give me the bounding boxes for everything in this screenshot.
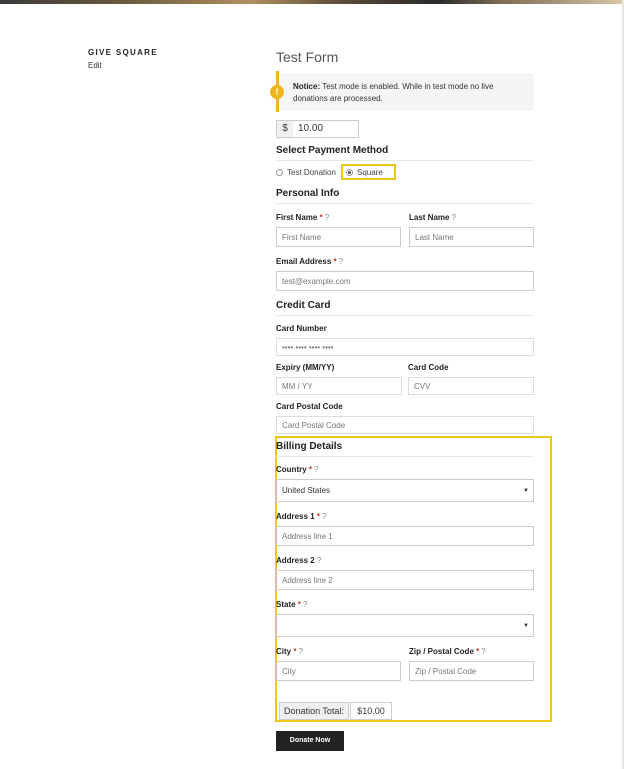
country-label: Country *?: [276, 465, 319, 474]
city-label: City *?: [276, 647, 303, 656]
city-input[interactable]: City: [276, 661, 401, 681]
card-postal-input[interactable]: Card Postal Code: [276, 416, 534, 434]
warning-icon: !: [270, 85, 284, 99]
country-select[interactable]: United States ▼: [276, 479, 534, 502]
amount-input[interactable]: 10.00: [293, 120, 359, 138]
address2-label: Address 2?: [276, 556, 322, 565]
card-postal-label: Card Postal Code: [276, 402, 343, 411]
chevron-down-icon: ▼: [523, 622, 529, 629]
address2-input[interactable]: Address line 2: [276, 570, 534, 590]
billing-details-heading: Billing Details: [276, 441, 343, 452]
zip-input[interactable]: Zip / Postal Code: [409, 661, 534, 681]
email-input[interactable]: test@example.com: [276, 271, 534, 291]
last-name-input[interactable]: Last Name: [409, 227, 534, 247]
radio-unchecked-icon[interactable]: [276, 169, 283, 176]
first-name-label: First Name *?: [276, 213, 330, 222]
help-icon[interactable]: ?: [317, 556, 321, 565]
state-select[interactable]: ▼: [276, 614, 534, 637]
header-image-strip: [0, 0, 624, 4]
help-icon[interactable]: ?: [298, 647, 302, 656]
square-option-highlight: [341, 164, 396, 180]
divider: [276, 315, 534, 316]
divider: [276, 203, 534, 204]
expiry-label: Expiry (MM/YY): [276, 363, 335, 372]
chevron-down-icon: ▼: [523, 487, 529, 494]
address1-input[interactable]: Address line 1: [276, 526, 534, 546]
donation-total-value: $10.00: [350, 702, 392, 720]
form-title: Test Form: [276, 49, 339, 65]
help-icon[interactable]: ?: [303, 600, 307, 609]
personal-info-heading: Personal Info: [276, 188, 340, 199]
help-icon[interactable]: ?: [322, 512, 326, 521]
currency-symbol: $: [276, 120, 294, 138]
address1-label: Address 1 *?: [276, 512, 327, 521]
notice-text: Notice: Test mode is enabled. While in t…: [293, 82, 494, 103]
first-name-input[interactable]: First Name: [276, 227, 401, 247]
card-code-input[interactable]: CVV: [408, 377, 534, 395]
help-icon[interactable]: ?: [339, 257, 343, 266]
page-title: GIVE SQUARE: [88, 48, 158, 57]
payment-option-label: Test Donation: [287, 168, 336, 177]
state-label: State *?: [276, 600, 308, 609]
divider: [276, 160, 534, 161]
donation-total-label: Donation Total:: [279, 702, 349, 720]
card-number-label: Card Number: [276, 324, 327, 333]
payment-option-test-donation[interactable]: Test Donation: [276, 168, 336, 177]
divider: [276, 456, 534, 457]
expiry-input[interactable]: MM / YY: [276, 377, 402, 395]
help-icon[interactable]: ?: [481, 647, 485, 656]
help-icon[interactable]: ?: [451, 213, 455, 222]
credit-card-heading: Credit Card: [276, 300, 331, 311]
help-icon[interactable]: ?: [325, 213, 329, 222]
country-value: United States: [282, 486, 331, 495]
email-label: Email Address *?: [276, 257, 344, 266]
card-code-label: Card Code: [408, 363, 449, 372]
card-number-input[interactable]: •••• •••• •••• ••••: [276, 338, 534, 356]
zip-label: Zip / Postal Code *?: [409, 647, 486, 656]
donate-now-button[interactable]: Donate Now: [276, 731, 344, 751]
help-icon[interactable]: ?: [314, 465, 318, 474]
payment-method-heading: Select Payment Method: [276, 145, 389, 156]
last-name-label: Last Name?: [409, 213, 456, 222]
edit-link[interactable]: Edit: [88, 61, 102, 70]
